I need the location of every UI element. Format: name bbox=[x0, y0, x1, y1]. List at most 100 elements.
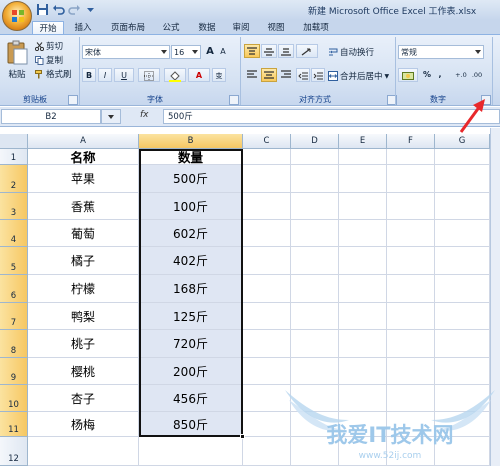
percent-button[interactable]: % bbox=[421, 68, 433, 82]
empty-cell[interactable] bbox=[339, 358, 387, 385]
empty-cell[interactable] bbox=[243, 412, 291, 437]
comma-button[interactable]: , bbox=[435, 68, 445, 82]
quantity-cell[interactable]: 125斤 bbox=[139, 303, 243, 330]
row-header[interactable]: 5 bbox=[0, 247, 28, 275]
empty-cell[interactable] bbox=[387, 303, 435, 330]
decrease-decimal-button[interactable]: .00 bbox=[469, 68, 485, 82]
empty-cell[interactable] bbox=[435, 149, 490, 165]
redo-icon[interactable] bbox=[68, 3, 81, 16]
quantity-cell[interactable]: 720斤 bbox=[139, 330, 243, 358]
tab-insert[interactable]: 插入 bbox=[66, 21, 100, 35]
empty-cell[interactable] bbox=[243, 220, 291, 247]
increase-decimal-button[interactable]: +.0 bbox=[454, 68, 468, 82]
empty-cell[interactable] bbox=[339, 149, 387, 165]
empty-cell[interactable] bbox=[435, 275, 490, 303]
format-painter-button[interactable]: 格式刷 bbox=[35, 68, 79, 80]
tab-addins[interactable]: 加载项 bbox=[296, 21, 336, 35]
column-header-c[interactable]: C bbox=[243, 134, 291, 149]
empty-cell[interactable] bbox=[339, 220, 387, 247]
row-header[interactable]: 11 bbox=[0, 412, 28, 437]
align-right-button[interactable] bbox=[278, 68, 294, 82]
empty-cell[interactable] bbox=[387, 358, 435, 385]
insert-function-button[interactable]: fx bbox=[140, 110, 162, 123]
header-cell-name[interactable]: 名称 bbox=[28, 149, 139, 165]
empty-cell[interactable] bbox=[339, 165, 387, 193]
tab-review[interactable]: 审阅 bbox=[226, 21, 256, 35]
empty-cell[interactable] bbox=[291, 275, 339, 303]
font-name-select[interactable]: 宋体 bbox=[82, 45, 170, 59]
name-cell[interactable]: 杨梅 bbox=[28, 412, 139, 437]
align-bottom-button[interactable] bbox=[278, 44, 294, 58]
customize-qat-icon[interactable] bbox=[84, 3, 97, 16]
font-color-button[interactable]: A bbox=[188, 68, 210, 82]
empty-cell[interactable] bbox=[243, 358, 291, 385]
empty-cell[interactable] bbox=[435, 247, 490, 275]
currency-button[interactable] bbox=[398, 68, 418, 82]
empty-cell[interactable] bbox=[387, 220, 435, 247]
column-header-f[interactable]: F bbox=[387, 134, 435, 149]
row-header[interactable]: 10 bbox=[0, 385, 28, 412]
empty-cell[interactable] bbox=[435, 220, 490, 247]
empty-cell[interactable] bbox=[387, 247, 435, 275]
empty-cell[interactable] bbox=[339, 247, 387, 275]
empty-cell[interactable] bbox=[291, 149, 339, 165]
empty-cell[interactable] bbox=[243, 193, 291, 220]
align-center-button[interactable] bbox=[261, 68, 277, 82]
name-cell[interactable]: 柠檬 bbox=[28, 275, 139, 303]
row-header[interactable]: 1 bbox=[0, 149, 28, 165]
quantity-cell[interactable]: 100斤 bbox=[139, 193, 243, 220]
italic-button[interactable]: I bbox=[98, 68, 112, 82]
quantity-cell[interactable]: 402斤 bbox=[139, 247, 243, 275]
name-cell[interactable]: 苹果 bbox=[28, 165, 139, 193]
number-format-select[interactable]: 常规 bbox=[398, 45, 484, 59]
column-header-g[interactable]: G bbox=[435, 134, 490, 149]
tab-view[interactable]: 视图 bbox=[261, 21, 291, 35]
empty-cell[interactable] bbox=[243, 303, 291, 330]
align-left-button[interactable] bbox=[244, 68, 260, 82]
name-cell[interactable]: 桃子 bbox=[28, 330, 139, 358]
wrap-text-button[interactable]: 自动换行 bbox=[328, 46, 390, 58]
name-cell[interactable]: 鸭梨 bbox=[28, 303, 139, 330]
quantity-cell[interactable]: 456斤 bbox=[139, 385, 243, 412]
empty-cell[interactable] bbox=[387, 193, 435, 220]
paste-button[interactable]: 粘贴 bbox=[4, 40, 30, 90]
empty-cell[interactable] bbox=[243, 385, 291, 412]
empty-cell[interactable] bbox=[291, 303, 339, 330]
empty-cell[interactable] bbox=[291, 220, 339, 247]
align-middle-button[interactable] bbox=[261, 44, 277, 58]
change-case-button[interactable]: 变 bbox=[212, 68, 226, 82]
empty-cell[interactable] bbox=[243, 165, 291, 193]
name-cell[interactable]: 橘子 bbox=[28, 247, 139, 275]
empty-cell[interactable] bbox=[243, 330, 291, 358]
name-cell[interactable]: 葡萄 bbox=[28, 220, 139, 247]
font-dialog-launcher[interactable] bbox=[229, 95, 239, 105]
empty-cell[interactable] bbox=[291, 165, 339, 193]
quantity-cell[interactable]: 200斤 bbox=[139, 358, 243, 385]
header-cell-quantity[interactable]: 数量 bbox=[139, 149, 243, 165]
empty-cell[interactable] bbox=[139, 437, 243, 466]
tab-data[interactable]: 数据 bbox=[191, 21, 223, 35]
quantity-cell[interactable]: 602斤 bbox=[139, 220, 243, 247]
quantity-cell[interactable]: 850斤 bbox=[139, 412, 243, 437]
empty-cell[interactable] bbox=[339, 303, 387, 330]
quantity-cell[interactable]: 168斤 bbox=[139, 275, 243, 303]
empty-cell[interactable] bbox=[435, 330, 490, 358]
empty-cell[interactable] bbox=[435, 303, 490, 330]
empty-cell[interactable] bbox=[435, 193, 490, 220]
row-header[interactable]: 12 bbox=[0, 437, 28, 466]
empty-cell[interactable] bbox=[339, 330, 387, 358]
row-header[interactable]: 2 bbox=[0, 165, 28, 193]
empty-cell[interactable] bbox=[387, 275, 435, 303]
copy-button[interactable]: 复制 bbox=[35, 54, 75, 66]
column-header-e[interactable]: E bbox=[339, 134, 387, 149]
fill-color-button[interactable] bbox=[164, 68, 186, 82]
name-box-dropdown[interactable] bbox=[101, 109, 121, 124]
name-cell[interactable]: 杏子 bbox=[28, 385, 139, 412]
grow-font-button[interactable]: A bbox=[204, 45, 216, 59]
align-top-button[interactable] bbox=[244, 44, 260, 58]
empty-cell[interactable] bbox=[28, 437, 139, 466]
name-cell[interactable]: 香蕉 bbox=[28, 193, 139, 220]
cut-button[interactable]: 剪切 bbox=[35, 40, 75, 52]
orientation-button[interactable] bbox=[296, 44, 318, 58]
empty-cell[interactable] bbox=[339, 193, 387, 220]
